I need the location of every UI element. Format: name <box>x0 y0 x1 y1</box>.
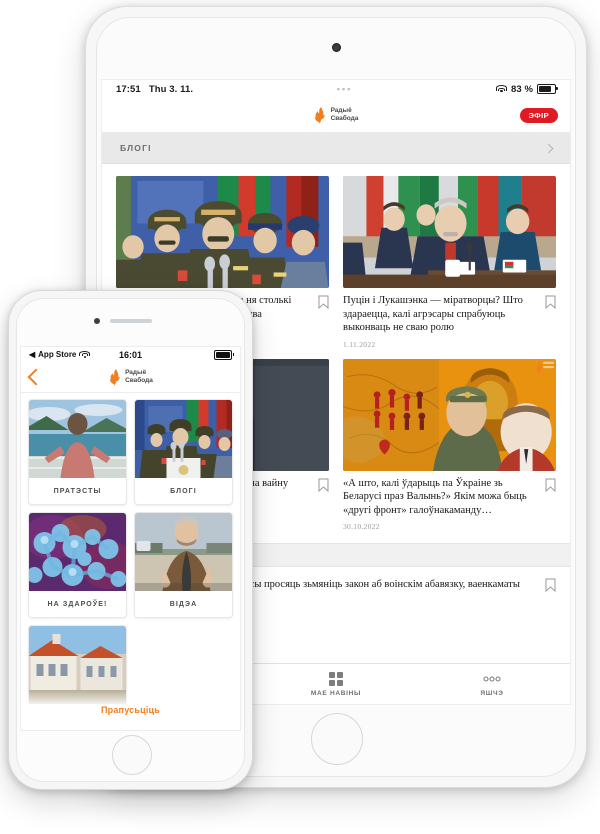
brand-line1: Радыё <box>330 107 352 115</box>
battery-icon <box>537 84 558 94</box>
bookmark-icon[interactable] <box>318 478 329 492</box>
earpiece-speaker <box>109 319 152 323</box>
back-chevron-icon[interactable] <box>27 368 45 386</box>
tile-label: БЛОГІ <box>170 487 197 495</box>
phone-device: ◀ App Store 16:01 Радыё Свабода ПРАТЭСТЫ… <box>8 290 253 790</box>
article-thumbnail <box>343 358 556 471</box>
brand-logo[interactable]: Радыё Свабода <box>314 106 359 124</box>
brand-text: Радыё Свабода <box>125 369 153 384</box>
tile-label: ВІДЭА <box>169 600 198 608</box>
battery-icon <box>214 349 234 360</box>
flame-logo-icon <box>108 368 121 386</box>
status-date: Thu 3. 11. <box>148 83 194 95</box>
bookmark-icon[interactable] <box>545 478 556 492</box>
home-button[interactable] <box>111 735 152 775</box>
tile-thumbnail <box>135 513 232 591</box>
tab-label: МАЕ НАВІНЫ <box>310 689 362 697</box>
article-card[interactable]: «А што, калі ўдарыць па Ўкраіне зь Белар… <box>343 358 556 531</box>
article-card[interactable]: Пуцін і Лукашэнка — міратворцы? Што здар… <box>343 176 556 349</box>
skip-bar: Прапусьціць <box>21 690 240 730</box>
status-battery-pct: 83 % <box>510 83 533 95</box>
article-date: 30.10.2022 <box>343 522 380 531</box>
status-time: 17:51 <box>116 83 141 95</box>
section-header-blogs[interactable]: БЛОГІ <box>102 133 570 164</box>
chevron-right-icon <box>543 143 554 153</box>
skip-button[interactable]: Прапусьціць <box>101 705 160 715</box>
article-title: «А што, калі ўдарыць па Ўкраіне зь Белар… <box>343 477 527 516</box>
phone-nav-bar: Радыё Свабода <box>21 362 240 393</box>
phone-screen: ◀ App Store 16:01 Радыё Свабода ПРАТЭСТЫ… <box>20 346 241 731</box>
bookmark-icon[interactable] <box>545 578 556 592</box>
category-tile-grid: ПРАТЭСТЫ БЛОГІ НА ЗДАРОЎЕ! ВІДЭА <box>21 393 240 730</box>
flame-logo-icon <box>314 106 327 124</box>
wifi-icon <box>79 350 91 359</box>
tab-my-news[interactable]: МАЕ НАВІНЫ <box>258 664 414 704</box>
status-time: 16:01 <box>118 349 143 360</box>
live-badge[interactable]: ЭФІР <box>519 107 558 123</box>
tab-more[interactable]: ЯШЧЭ <box>414 664 570 704</box>
brand-line2: Свабода <box>125 377 153 384</box>
tile-thumbnail <box>29 400 126 478</box>
category-tile[interactable]: БЛОГІ <box>134 399 233 505</box>
article-thumbnail <box>343 176 556 288</box>
article-thumbnail <box>116 176 329 288</box>
tablet-status-bar: 17:51 Thu 3. 11. ••• 83 % <box>102 80 570 98</box>
tile-label: НА ЗДАРОЎЕ! <box>47 600 108 608</box>
bookmark-icon[interactable] <box>545 295 556 309</box>
tab-label: ЯШЧЭ <box>480 689 504 697</box>
tile-label: ПРАТЭСТЫ <box>53 487 102 495</box>
grid-icon <box>329 672 343 687</box>
category-tile[interactable]: ВІДЭА <box>134 512 233 618</box>
ellipsis-icon <box>483 672 501 687</box>
front-camera-icon <box>331 43 341 52</box>
phone-status-bar: ◀ App Store 16:01 <box>21 347 240 362</box>
article-title: Пуцін і Лукашэнка — міратворцы? Што здар… <box>343 295 523 333</box>
back-to-app-label[interactable]: App Store <box>38 350 76 359</box>
back-to-app-icon[interactable]: ◀ <box>29 350 35 359</box>
brand-line1: Радыё <box>125 369 147 377</box>
tablet-nav-bar: Радыё Свабода ЭФІР <box>102 98 570 133</box>
article-date: 1.11.2022 <box>343 339 376 349</box>
category-tile[interactable]: ПРАТЭСТЫ <box>28 399 127 505</box>
category-tile[interactable]: НА ЗДАРОЎЕ! <box>28 512 127 618</box>
tile-thumbnail <box>135 400 232 478</box>
front-camera-icon <box>93 318 100 324</box>
status-dots: ••• <box>336 84 353 94</box>
brand-logo[interactable]: Радыё Свабода <box>108 368 153 386</box>
brand-line2: Свабода <box>330 115 359 122</box>
wifi-icon <box>495 85 507 93</box>
tile-thumbnail <box>29 513 126 591</box>
bookmark-icon[interactable] <box>318 295 329 309</box>
section-label: БЛОГІ <box>120 143 152 153</box>
brand-text: Радыё Свабода <box>331 107 359 122</box>
home-button[interactable] <box>311 713 363 765</box>
